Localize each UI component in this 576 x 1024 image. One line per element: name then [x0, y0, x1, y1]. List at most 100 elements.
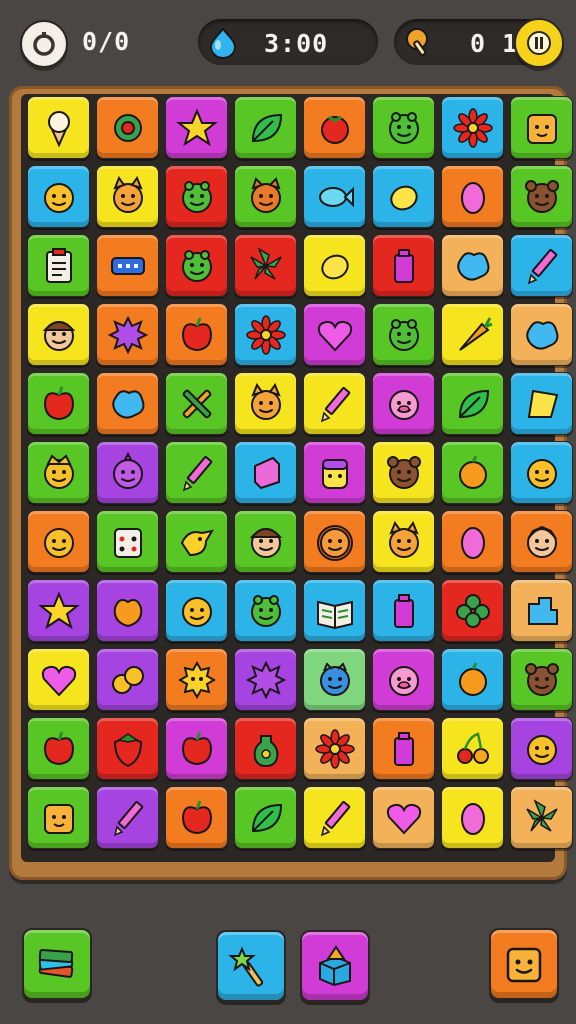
tile-smiley[interactable]	[165, 579, 228, 642]
tile-sun[interactable]	[165, 648, 228, 711]
tile-tomato[interactable]	[303, 96, 366, 159]
tile-cherry[interactable]	[441, 717, 504, 780]
tile-pencil[interactable]	[96, 786, 159, 849]
tile-heart[interactable]	[372, 786, 435, 849]
tile-bird[interactable]	[165, 510, 228, 573]
tile-bottle[interactable]	[372, 579, 435, 642]
tile-blob[interactable]	[96, 372, 159, 435]
tile-cube-face[interactable]	[510, 96, 573, 159]
tile-star[interactable]	[165, 96, 228, 159]
tile-leaf-wreath[interactable]	[96, 96, 159, 159]
tile-tools[interactable]	[165, 372, 228, 435]
tile-blob[interactable]	[441, 234, 504, 297]
magic-wand-button[interactable]	[216, 930, 286, 1002]
tile-heart[interactable]	[303, 303, 366, 366]
tile-cat[interactable]	[372, 510, 435, 573]
tile-peach[interactable]	[96, 579, 159, 642]
tile-bear[interactable]	[510, 648, 573, 711]
cards-stack-icon	[38, 949, 74, 978]
tile-orange[interactable]	[441, 648, 504, 711]
tile-frog[interactable]	[165, 165, 228, 228]
tile-frog[interactable]	[372, 96, 435, 159]
tile-smiley[interactable]	[510, 441, 573, 504]
tile-pencil[interactable]	[303, 786, 366, 849]
tile-crown-smiley[interactable]	[27, 441, 90, 504]
tile-apple[interactable]	[165, 717, 228, 780]
bottle-icon	[393, 731, 414, 766]
shuffle-button[interactable]	[22, 928, 92, 1000]
timer-text: 3:00	[264, 29, 329, 58]
tile-palm[interactable]	[510, 786, 573, 849]
tile-girl[interactable]	[510, 510, 573, 573]
tile-pencil[interactable]	[303, 372, 366, 435]
tile-pig[interactable]	[372, 372, 435, 435]
tile-bear[interactable]	[510, 165, 573, 228]
tile-frog[interactable]	[372, 303, 435, 366]
tile-lion[interactable]	[303, 510, 366, 573]
tile-pig[interactable]	[372, 648, 435, 711]
tile-apple[interactable]	[27, 717, 90, 780]
hint-button[interactable]	[300, 930, 370, 1002]
tile-nuts[interactable]	[96, 648, 159, 711]
tile-frog[interactable]	[165, 234, 228, 297]
tile-robot[interactable]	[303, 441, 366, 504]
tile-lemon[interactable]	[372, 165, 435, 228]
tile-egg[interactable]	[441, 786, 504, 849]
tile-lemon[interactable]	[303, 234, 366, 297]
tile-splat[interactable]	[234, 648, 297, 711]
tile-pencil[interactable]	[510, 234, 573, 297]
tile-flower[interactable]	[441, 96, 504, 159]
tile-smiley[interactable]	[27, 165, 90, 228]
tile-strawberry[interactable]	[96, 717, 159, 780]
hammer-icon	[402, 25, 436, 59]
tile-ice-cream[interactable]	[27, 96, 90, 159]
tile-frog[interactable]	[234, 579, 297, 642]
tile-owl[interactable]	[303, 648, 366, 711]
tile-cat[interactable]	[96, 165, 159, 228]
tile-book[interactable]	[303, 579, 366, 642]
tile-boy[interactable]	[27, 303, 90, 366]
tile-flower[interactable]	[303, 717, 366, 780]
tile-dice[interactable]	[96, 510, 159, 573]
tile-fox[interactable]	[234, 165, 297, 228]
tile-apple[interactable]	[165, 786, 228, 849]
tile-leaf[interactable]	[234, 96, 297, 159]
tile-smiley[interactable]	[27, 510, 90, 573]
tile-palm[interactable]	[234, 234, 297, 297]
tile-leaf[interactable]	[441, 372, 504, 435]
tile-block[interactable]	[234, 441, 297, 504]
tile-bottle[interactable]	[372, 717, 435, 780]
tile-clipboard[interactable]	[27, 234, 90, 297]
tile-boy[interactable]	[234, 510, 297, 573]
tile-fish[interactable]	[303, 165, 366, 228]
frog-icon	[181, 249, 212, 282]
tile-cube-face[interactable]	[27, 786, 90, 849]
tile-orange[interactable]	[441, 441, 504, 504]
tile-flag[interactable]	[510, 372, 573, 435]
tile-apple[interactable]	[27, 372, 90, 435]
tile-onion[interactable]	[96, 441, 159, 504]
tile-vase[interactable]	[234, 717, 297, 780]
helper-button[interactable]	[489, 928, 559, 1000]
tile-flower[interactable]	[234, 303, 297, 366]
tile-egg[interactable]	[441, 165, 504, 228]
tile-egg[interactable]	[441, 510, 504, 573]
pause-button[interactable]	[514, 18, 564, 68]
settings-button[interactable]	[20, 20, 68, 68]
tile-leaf[interactable]	[234, 786, 297, 849]
tile-bottle[interactable]	[372, 234, 435, 297]
smiley-icon	[43, 527, 74, 558]
tile-splat[interactable]	[96, 303, 159, 366]
tile-battery[interactable]	[96, 234, 159, 297]
tile-smiley[interactable]	[510, 717, 573, 780]
tile-puzzle[interactable]	[510, 579, 573, 642]
tile-star[interactable]	[27, 579, 90, 642]
tile-heart[interactable]	[27, 648, 90, 711]
tile-blob[interactable]	[510, 303, 573, 366]
tile-clover[interactable]	[441, 579, 504, 642]
tile-pencil[interactable]	[165, 441, 228, 504]
tile-bear[interactable]	[372, 441, 435, 504]
tile-apple[interactable]	[165, 303, 228, 366]
tile-carrot[interactable]	[441, 303, 504, 366]
tile-cat[interactable]	[234, 372, 297, 435]
